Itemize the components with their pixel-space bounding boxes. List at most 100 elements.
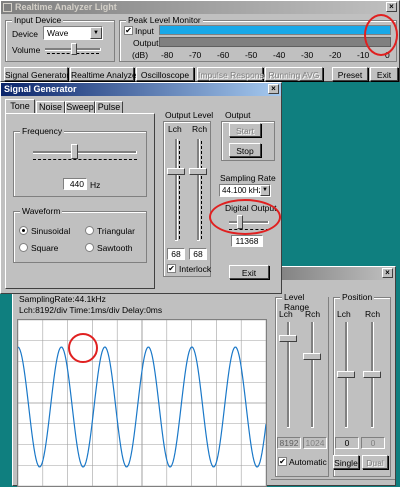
position-lch-value-text: 0 [344,438,350,448]
frequency-input[interactable]: 440 [63,178,87,190]
automatic-label: Automatic [289,457,327,467]
output-level-rch-track [197,139,200,241]
triangular-radio[interactable] [85,226,94,235]
db-tick-label: -30 [301,50,314,60]
impulse-response-label: Impulse Response [198,70,269,80]
oscilloscope-title-bar[interactable]: × [275,267,395,280]
preset-button[interactable]: Preset [332,67,368,81]
stop-button[interactable]: Stop [229,143,261,157]
device-label: Device [12,29,38,39]
chevron-down-icon: ▼ [260,185,270,196]
output-level-rch-thumb[interactable] [189,168,207,175]
sinusoidal-radio[interactable] [19,226,28,235]
dual-label: Dual [366,458,384,468]
output-level-rch-label: Rch [192,124,208,134]
output-level-rch-ticks [201,141,202,239]
level-range-group: Level Range [275,292,329,477]
output-level-lch-value: 68 [171,249,181,259]
tab-pulse[interactable]: Pulse [95,101,123,113]
main-title-bar[interactable]: Realtime Analyzer Light × [1,1,399,14]
input-device-label: Input Device [12,15,64,25]
peak-level-monitor-label: Peak Level Monitor [126,15,203,25]
interlock-label: Interlock [179,264,212,274]
digital-output-highlight-circle [209,199,281,235]
oscilloscope-window: × SamplingRate:44.1kHz Lch:8192/div Time… [12,266,396,487]
sawtooth-label: Sawtooth [97,243,133,253]
dual-button[interactable]: Dual [362,455,388,469]
signal-generator-title: Signal Generator [4,84,77,94]
output-level-lch-label: Lch [168,124,182,134]
square-radio[interactable] [19,243,28,252]
square-label: Square [31,243,59,253]
single-button[interactable]: Single [333,455,359,469]
signal-generator-close-button[interactable]: × [268,84,279,94]
signal-generator-exit-label: Exit [241,268,257,278]
device-select-value: Wave [47,28,69,38]
sinusoidal-label: Sinusoidal [31,226,71,236]
position-lch-thumb[interactable] [337,371,355,378]
waveform-group: Waveform [13,206,147,263]
single-label: Single [334,458,358,468]
chevron-down-icon: ▼ [90,27,102,39]
tab-noise[interactable]: Noise [36,101,65,113]
main-window: Realtime Analyzer Light × Input Device D… [0,0,400,82]
start-button[interactable]: Start [229,123,261,137]
sawtooth-radio[interactable] [85,243,94,252]
scope-display [18,320,266,486]
waveform-label: Waveform [20,206,63,216]
position-rch-thumb[interactable] [363,371,381,378]
frequency-label: Frequency [20,126,65,136]
stop-label: Stop [236,146,254,156]
main-window-title: Realtime Analyzer Light [15,2,117,12]
db-tick-label: -10 [357,50,370,60]
db-unit-label: (dB) [132,50,149,60]
oscilloscope-close-button[interactable]: × [382,268,393,278]
level-range-lch-value: 8192 [277,437,301,449]
signal-generator-window: Signal Generator × Tone Noise Sweep Puls… [0,82,282,294]
main-close-button[interactable]: × [386,2,397,12]
realtime-analyzer-button[interactable]: Realtime Analyzer [70,67,140,81]
main-exit-button[interactable]: Exit [370,67,398,81]
level-range-lch-thumb[interactable] [279,335,297,342]
oscilloscope-label: Oscilloscope [140,70,190,80]
position-rch-label: Rch [365,309,381,319]
volume-slider-thumb[interactable] [71,43,77,55]
frequency-value: 440 [69,179,84,189]
sampling-rate-info: SamplingRate:44.1kHz [19,294,106,304]
output-level-rch-input[interactable]: 68 [189,248,207,260]
level-range-rch-thumb[interactable] [303,353,321,360]
signal-generator-button[interactable]: Signal Generator [4,67,69,81]
output-level-lch-input[interactable]: 68 [167,248,185,260]
position-rch-value: 0 [361,437,385,449]
interlock-checkbox[interactable]: ✔ [167,264,176,273]
frequency-slider-track [33,151,137,154]
input-peak-highlight-circle [364,14,398,56]
level-range-rch-value-text: 1024 [305,438,325,448]
impulse-response-button[interactable]: Impulse Response [197,67,268,81]
digital-output-value-box: 11368 [231,235,263,247]
tab-sweep[interactable]: Sweep [65,101,95,113]
output-level-meter [159,37,391,47]
sampling-rate-value: 44.100 kHz [222,186,263,195]
device-select[interactable]: Wave ▼ [43,26,103,40]
level-range-rch-value: 1024 [303,437,327,449]
position-lch-label: Lch [337,309,351,319]
signal-generator-exit-button[interactable]: Exit [229,265,269,279]
signal-generator-title-bar[interactable]: Signal Generator × [1,83,281,96]
scope-screen[interactable] [17,319,267,487]
running-avg-label: Running AVG [268,70,320,80]
db-tick-label: -70 [189,50,202,60]
sampling-rate-select[interactable]: 44.100 kHz ▼ [219,184,271,197]
input-checkbox[interactable]: ✔ [124,26,133,35]
oscilloscope-button[interactable]: Oscilloscope [136,67,194,81]
app-icon [3,3,12,12]
running-avg-button[interactable]: Running AVG [265,67,323,81]
output-level-lch-thumb[interactable] [167,168,185,175]
waveform-peak-highlight-circle [68,333,98,363]
tab-tone[interactable]: Tone [5,99,35,113]
level-range-rch-track [311,322,314,428]
main-exit-label: Exit [376,70,392,80]
level-range-lch-label: Lch [279,309,293,319]
automatic-checkbox[interactable]: ✔ [278,457,287,466]
frequency-slider-thumb[interactable] [71,144,78,159]
